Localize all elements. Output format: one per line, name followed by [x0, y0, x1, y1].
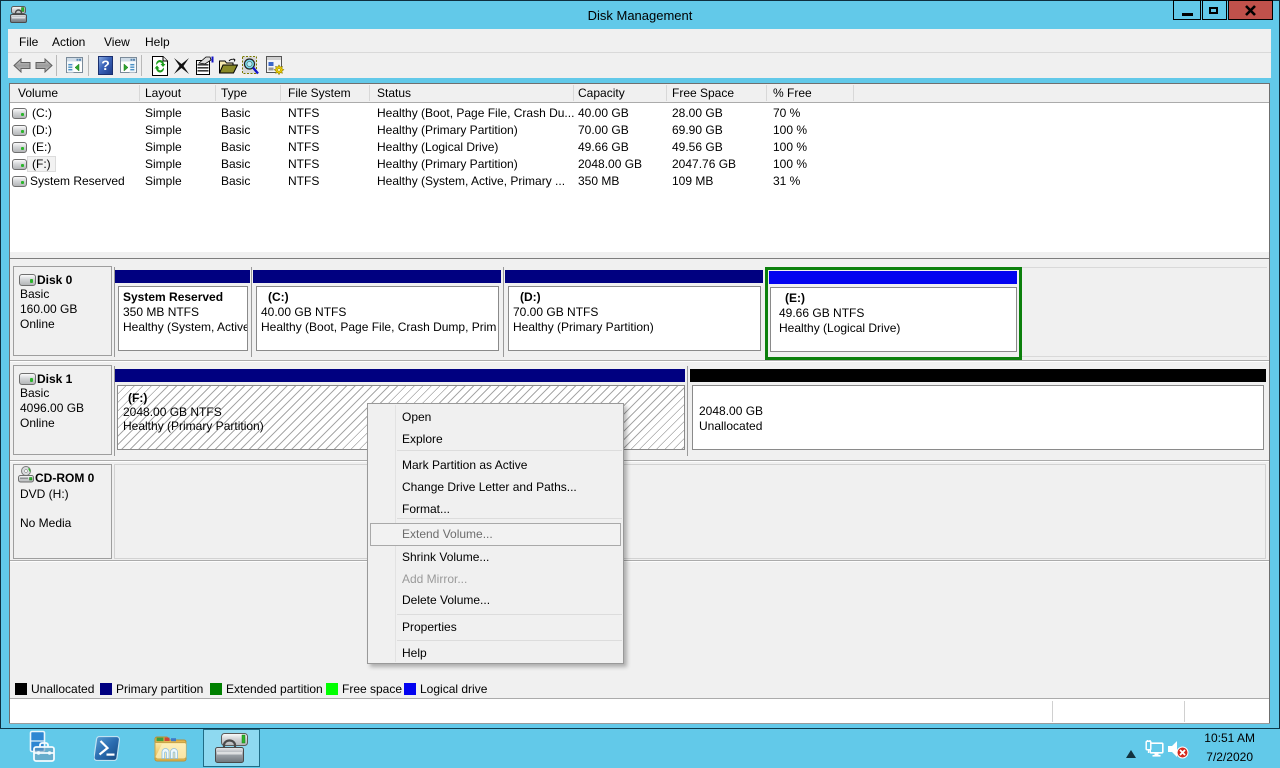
svg-text:?: ?	[101, 57, 110, 73]
